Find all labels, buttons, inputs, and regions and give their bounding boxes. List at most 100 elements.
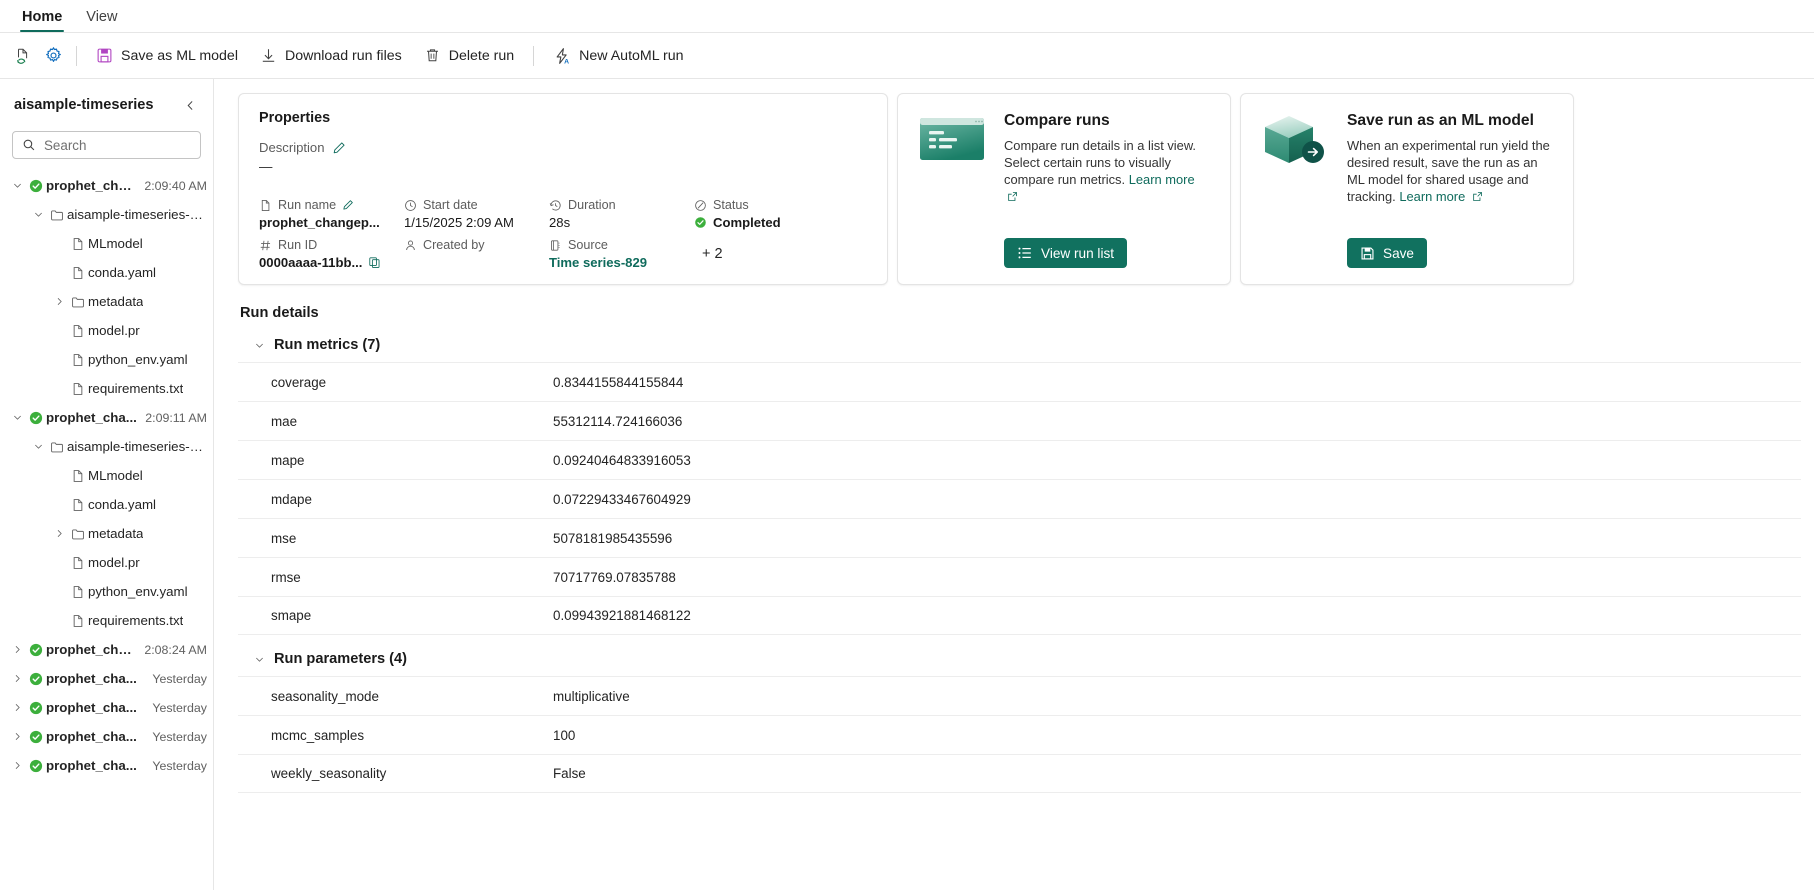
chevron-right-icon[interactable]	[50, 296, 68, 307]
tree-item[interactable]: requirements.txt	[0, 374, 213, 403]
view-run-list-button[interactable]: View run list	[1004, 238, 1128, 268]
tree-item[interactable]: prophet_cha... Yesterday	[0, 664, 213, 693]
table-row: weekly_seasonality False	[238, 754, 1801, 793]
row-value: 0.8344155844155844	[553, 374, 684, 390]
property-label: Source	[568, 238, 608, 252]
properties-card: Properties Description — Run name prophe…	[238, 93, 888, 285]
settings-gear-icon[interactable]	[38, 41, 68, 71]
table-row: mse 5078181985435596	[238, 518, 1801, 557]
chevron-left-icon[interactable]	[180, 97, 201, 114]
chevron-down-icon[interactable]	[8, 412, 26, 423]
compare-runs-card: Compare runs Compare run details in a li…	[897, 93, 1231, 285]
tree-item[interactable]: python_env.yaml	[0, 345, 213, 374]
compare-learn-more-link[interactable]: Learn more	[1129, 172, 1195, 187]
tree-item[interactable]: aisample-timeseries-pr...	[0, 200, 213, 229]
delete-run-button[interactable]: Delete run	[413, 41, 525, 70]
properties-title: Properties	[259, 110, 331, 126]
row-value: 0.07229433467604929	[553, 491, 691, 507]
key-value-table: seasonality_mode multiplicative mcmc_sampl…	[238, 676, 1814, 793]
new-automl-run-button[interactable]: A New AutoML run	[542, 41, 694, 71]
clock-icon	[404, 199, 417, 212]
tree-item[interactable]: prophet_cha... 2:09:11 AM	[0, 403, 213, 432]
refresh-page-icon[interactable]	[8, 41, 38, 71]
tree-item-timestamp: 2:09:40 AM	[144, 178, 207, 193]
save-button[interactable]: Save	[1347, 238, 1427, 268]
status-success-icon	[26, 643, 46, 657]
tree-item[interactable]: conda.yaml	[0, 258, 213, 287]
chevron-right-icon[interactable]	[8, 760, 26, 771]
tree-item[interactable]: conda.yaml	[0, 490, 213, 519]
tree-item[interactable]: prophet_cha... Yesterday	[0, 751, 213, 780]
tree-item[interactable]: metadata	[0, 519, 213, 548]
open-external-icon[interactable]	[1465, 189, 1483, 204]
tab-view[interactable]: View	[74, 9, 129, 32]
chevron-down-icon[interactable]	[8, 180, 26, 191]
folder-icon	[47, 208, 67, 222]
row-key: rmse	[271, 569, 301, 585]
table-row: rmse 70717769.07835788	[238, 557, 1801, 596]
tree-item[interactable]: model.pr	[0, 548, 213, 577]
tree-item[interactable]: python_env.yaml	[0, 577, 213, 606]
row-key: mape	[271, 452, 305, 468]
download-run-files-label: Download run files	[284, 47, 402, 64]
source-link[interactable]: Time series-829	[549, 255, 694, 270]
section-header[interactable]: Run parameters (4)	[238, 651, 1814, 667]
row-value: 0.09240464833916053	[553, 452, 691, 468]
row-key: smape	[271, 608, 312, 623]
chevron-down-icon[interactable]	[254, 340, 264, 351]
cube-arrow-art-icon	[1259, 112, 1331, 206]
tree-item[interactable]: metadata	[0, 287, 213, 316]
tree-item-label: python_env.yaml	[88, 584, 188, 599]
save-card-title: Save run as an ML model	[1347, 112, 1534, 129]
tree-item[interactable]: prophet_cha... Yesterday	[0, 693, 213, 722]
status-success-icon	[26, 672, 46, 686]
sidebar-title: aisample-timeseries	[14, 97, 154, 113]
tree-item[interactable]: MLmodel	[0, 229, 213, 258]
section-header[interactable]: Run metrics (7)	[238, 337, 1814, 353]
section-title: Run metrics (7)	[274, 337, 381, 353]
tree-item[interactable]: requirements.txt	[0, 606, 213, 635]
save-learn-more-link[interactable]: Learn more	[1399, 189, 1465, 204]
file-icon	[68, 382, 88, 396]
search-box[interactable]	[12, 131, 201, 159]
tree-item-label: prophet_cha...	[46, 671, 137, 686]
tree-item-label: aisample-timeseries-pr...	[67, 207, 207, 222]
ribbon-tab-strip: Home View	[0, 0, 1814, 33]
chevron-down-icon[interactable]	[29, 209, 47, 220]
property-source: Source Time series-829	[549, 238, 694, 270]
more-properties-button[interactable]: + 2	[694, 246, 867, 262]
description-row: Description	[259, 140, 867, 155]
open-external-icon[interactable]	[1004, 189, 1018, 204]
row-value: 0.09943921881468122	[553, 608, 691, 623]
tab-home[interactable]: Home	[10, 9, 74, 32]
chevron-right-icon[interactable]	[8, 673, 26, 684]
pencil-edit-icon[interactable]	[342, 199, 354, 211]
tree-item-label: prophet_cha...	[46, 178, 137, 193]
chevron-right-icon[interactable]	[8, 644, 26, 655]
tree-item[interactable]: MLmodel	[0, 461, 213, 490]
view-run-list-label: View run list	[1041, 245, 1115, 261]
command-separator-1	[76, 45, 77, 66]
tree-item[interactable]: prophet_cha... 2:08:24 AM	[0, 635, 213, 664]
row-key: seasonality_mode	[271, 688, 379, 704]
tree-item[interactable]: prophet_cha... Yesterday	[0, 722, 213, 751]
pencil-edit-icon[interactable]	[332, 141, 346, 155]
delete-run-label: Delete run	[448, 47, 515, 64]
download-run-files-button[interactable]: Download run files	[249, 41, 413, 70]
chevron-down-icon[interactable]	[29, 441, 47, 452]
save-as-ml-model-button[interactable]: Save as ML model	[85, 41, 249, 70]
property-label: Created by	[423, 238, 485, 252]
table-row: mcmc_samples 100	[238, 715, 1801, 754]
chevron-right-icon[interactable]	[8, 702, 26, 713]
copy-icon[interactable]	[368, 256, 381, 269]
tree-item[interactable]: prophet_cha... 2:09:40 AM	[0, 171, 213, 200]
tree-item[interactable]: model.pr	[0, 316, 213, 345]
section-title: Run parameters (4)	[274, 651, 408, 667]
chevron-right-icon[interactable]	[50, 528, 68, 539]
property-run-name: Run name prophet_changep...	[259, 198, 404, 230]
chevron-down-icon[interactable]	[254, 654, 264, 665]
chevron-right-icon[interactable]	[8, 731, 26, 742]
folder-icon	[68, 295, 88, 309]
search-input[interactable]	[44, 137, 191, 153]
tree-item[interactable]: aisample-timeseries-pr...	[0, 432, 213, 461]
